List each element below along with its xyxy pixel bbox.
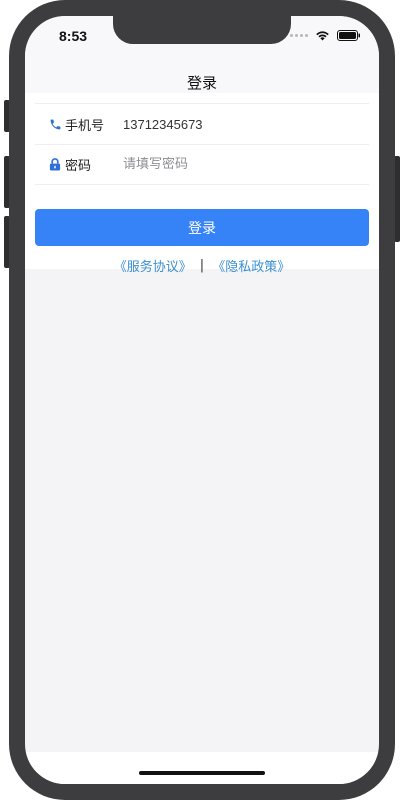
- wifi-icon: [316, 31, 329, 41]
- status-icons: [290, 30, 361, 41]
- home-indicator-area: [25, 752, 379, 784]
- phone-icon: [48, 117, 62, 131]
- device-notch: [113, 16, 291, 44]
- signal-icon: [290, 34, 308, 37]
- login-form: 手机号 13712345673 密码 登录 《服务协议》 | 《隐私政策》: [25, 93, 379, 275]
- phone-label: 手机号: [65, 118, 105, 134]
- service-agreement-link[interactable]: 《服务协议》: [114, 256, 192, 275]
- status-time: 8:53: [59, 28, 88, 44]
- battery-icon: [337, 30, 360, 41]
- phone-field[interactable]: 手机号 13712345673: [35, 103, 369, 145]
- password-label: 密码: [65, 158, 92, 174]
- phone-value[interactable]: 13712345673: [123, 117, 203, 132]
- login-button[interactable]: 登录: [35, 209, 369, 246]
- agreement-links: 《服务协议》 | 《隐私政策》: [25, 256, 379, 275]
- password-field[interactable]: 密码: [35, 144, 369, 185]
- phone-device: 8:53 登录 手机号 13712345673 密码 登录 《服务协议》 | 《…: [0, 0, 404, 800]
- page-title: 登录: [186, 73, 217, 92]
- password-input[interactable]: [123, 156, 323, 172]
- screen: 8:53 登录 手机号 13712345673 密码 登录 《服务协议》 | 《…: [25, 16, 379, 784]
- privacy-policy-link[interactable]: 《隐私政策》: [212, 256, 290, 275]
- agreement-separator: |: [199, 258, 205, 273]
- home-indicator[interactable]: [139, 771, 265, 775]
- lock-icon: [48, 157, 62, 171]
